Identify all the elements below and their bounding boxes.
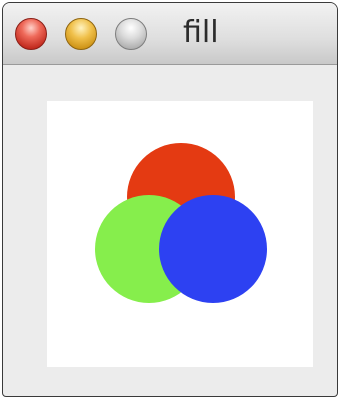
window-title: fill [183, 15, 219, 50]
minimize-button[interactable] [65, 18, 97, 50]
app-window: fill [2, 2, 338, 397]
blue-circle [159, 195, 267, 303]
zoom-button[interactable] [115, 18, 147, 50]
title-bar[interactable]: fill [3, 3, 337, 65]
fill-drawing [95, 143, 267, 303]
close-button[interactable] [15, 18, 47, 50]
drawing-canvas [47, 101, 313, 367]
